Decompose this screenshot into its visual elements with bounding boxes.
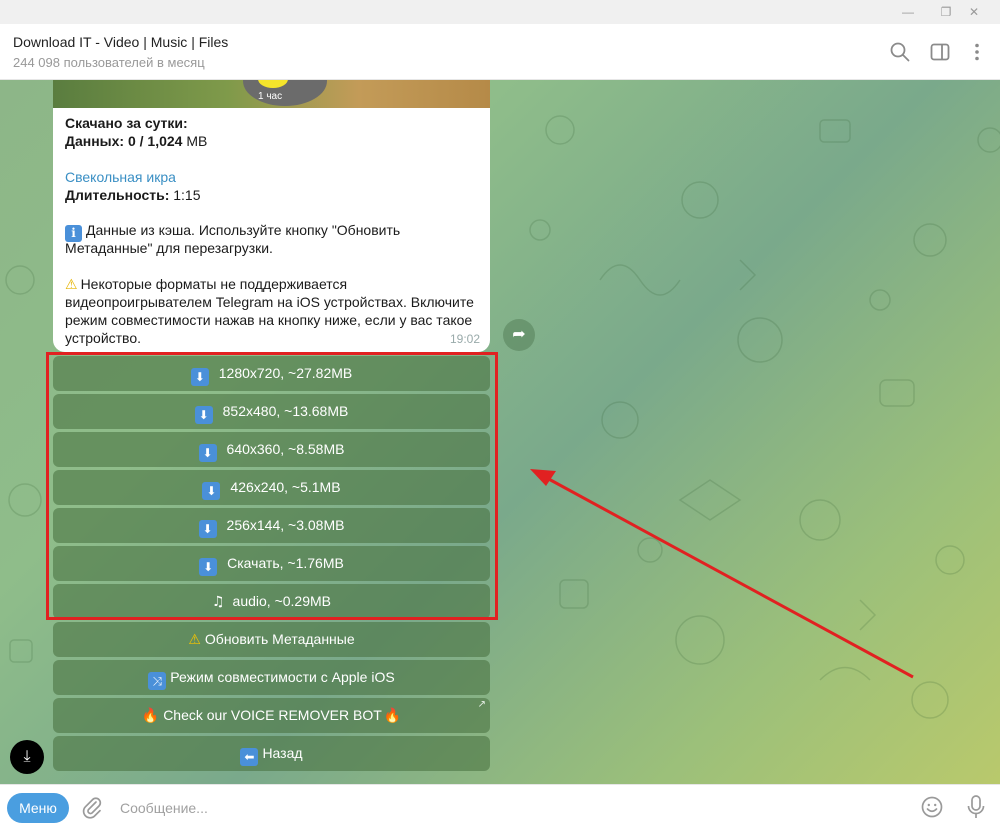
sidebar-toggle-icon[interactable] (929, 41, 951, 63)
window-titlebar: — ❐ ✕ (0, 0, 1000, 24)
annotation-arrow (530, 469, 914, 679)
chat-area: 1 час Скачано за сутки: Данных: 0 / 1,02… (0, 80, 1000, 784)
message-input[interactable] (112, 793, 892, 823)
message-composer: Меню (0, 784, 1000, 830)
restore-button[interactable]: ❐ (936, 2, 956, 22)
chat-header[interactable]: Download IT - Video | Music | Files 244 … (0, 24, 1000, 80)
close-button[interactable]: ✕ (964, 2, 984, 22)
scroll-down-icon[interactable]: ⤓ (10, 740, 44, 774)
microphone-icon[interactable] (964, 794, 988, 820)
emoji-icon[interactable] (920, 795, 944, 819)
attach-icon[interactable] (80, 795, 104, 819)
search-icon[interactable] (889, 41, 911, 63)
minimize-button[interactable]: — (898, 2, 918, 22)
more-options-icon[interactable] (966, 41, 988, 63)
bot-menu-button[interactable]: Меню (7, 793, 69, 823)
chat-title: Download IT - Video | Music | Files (13, 34, 229, 50)
chat-subtitle: 244 098 пользователей в месяц (13, 55, 205, 70)
